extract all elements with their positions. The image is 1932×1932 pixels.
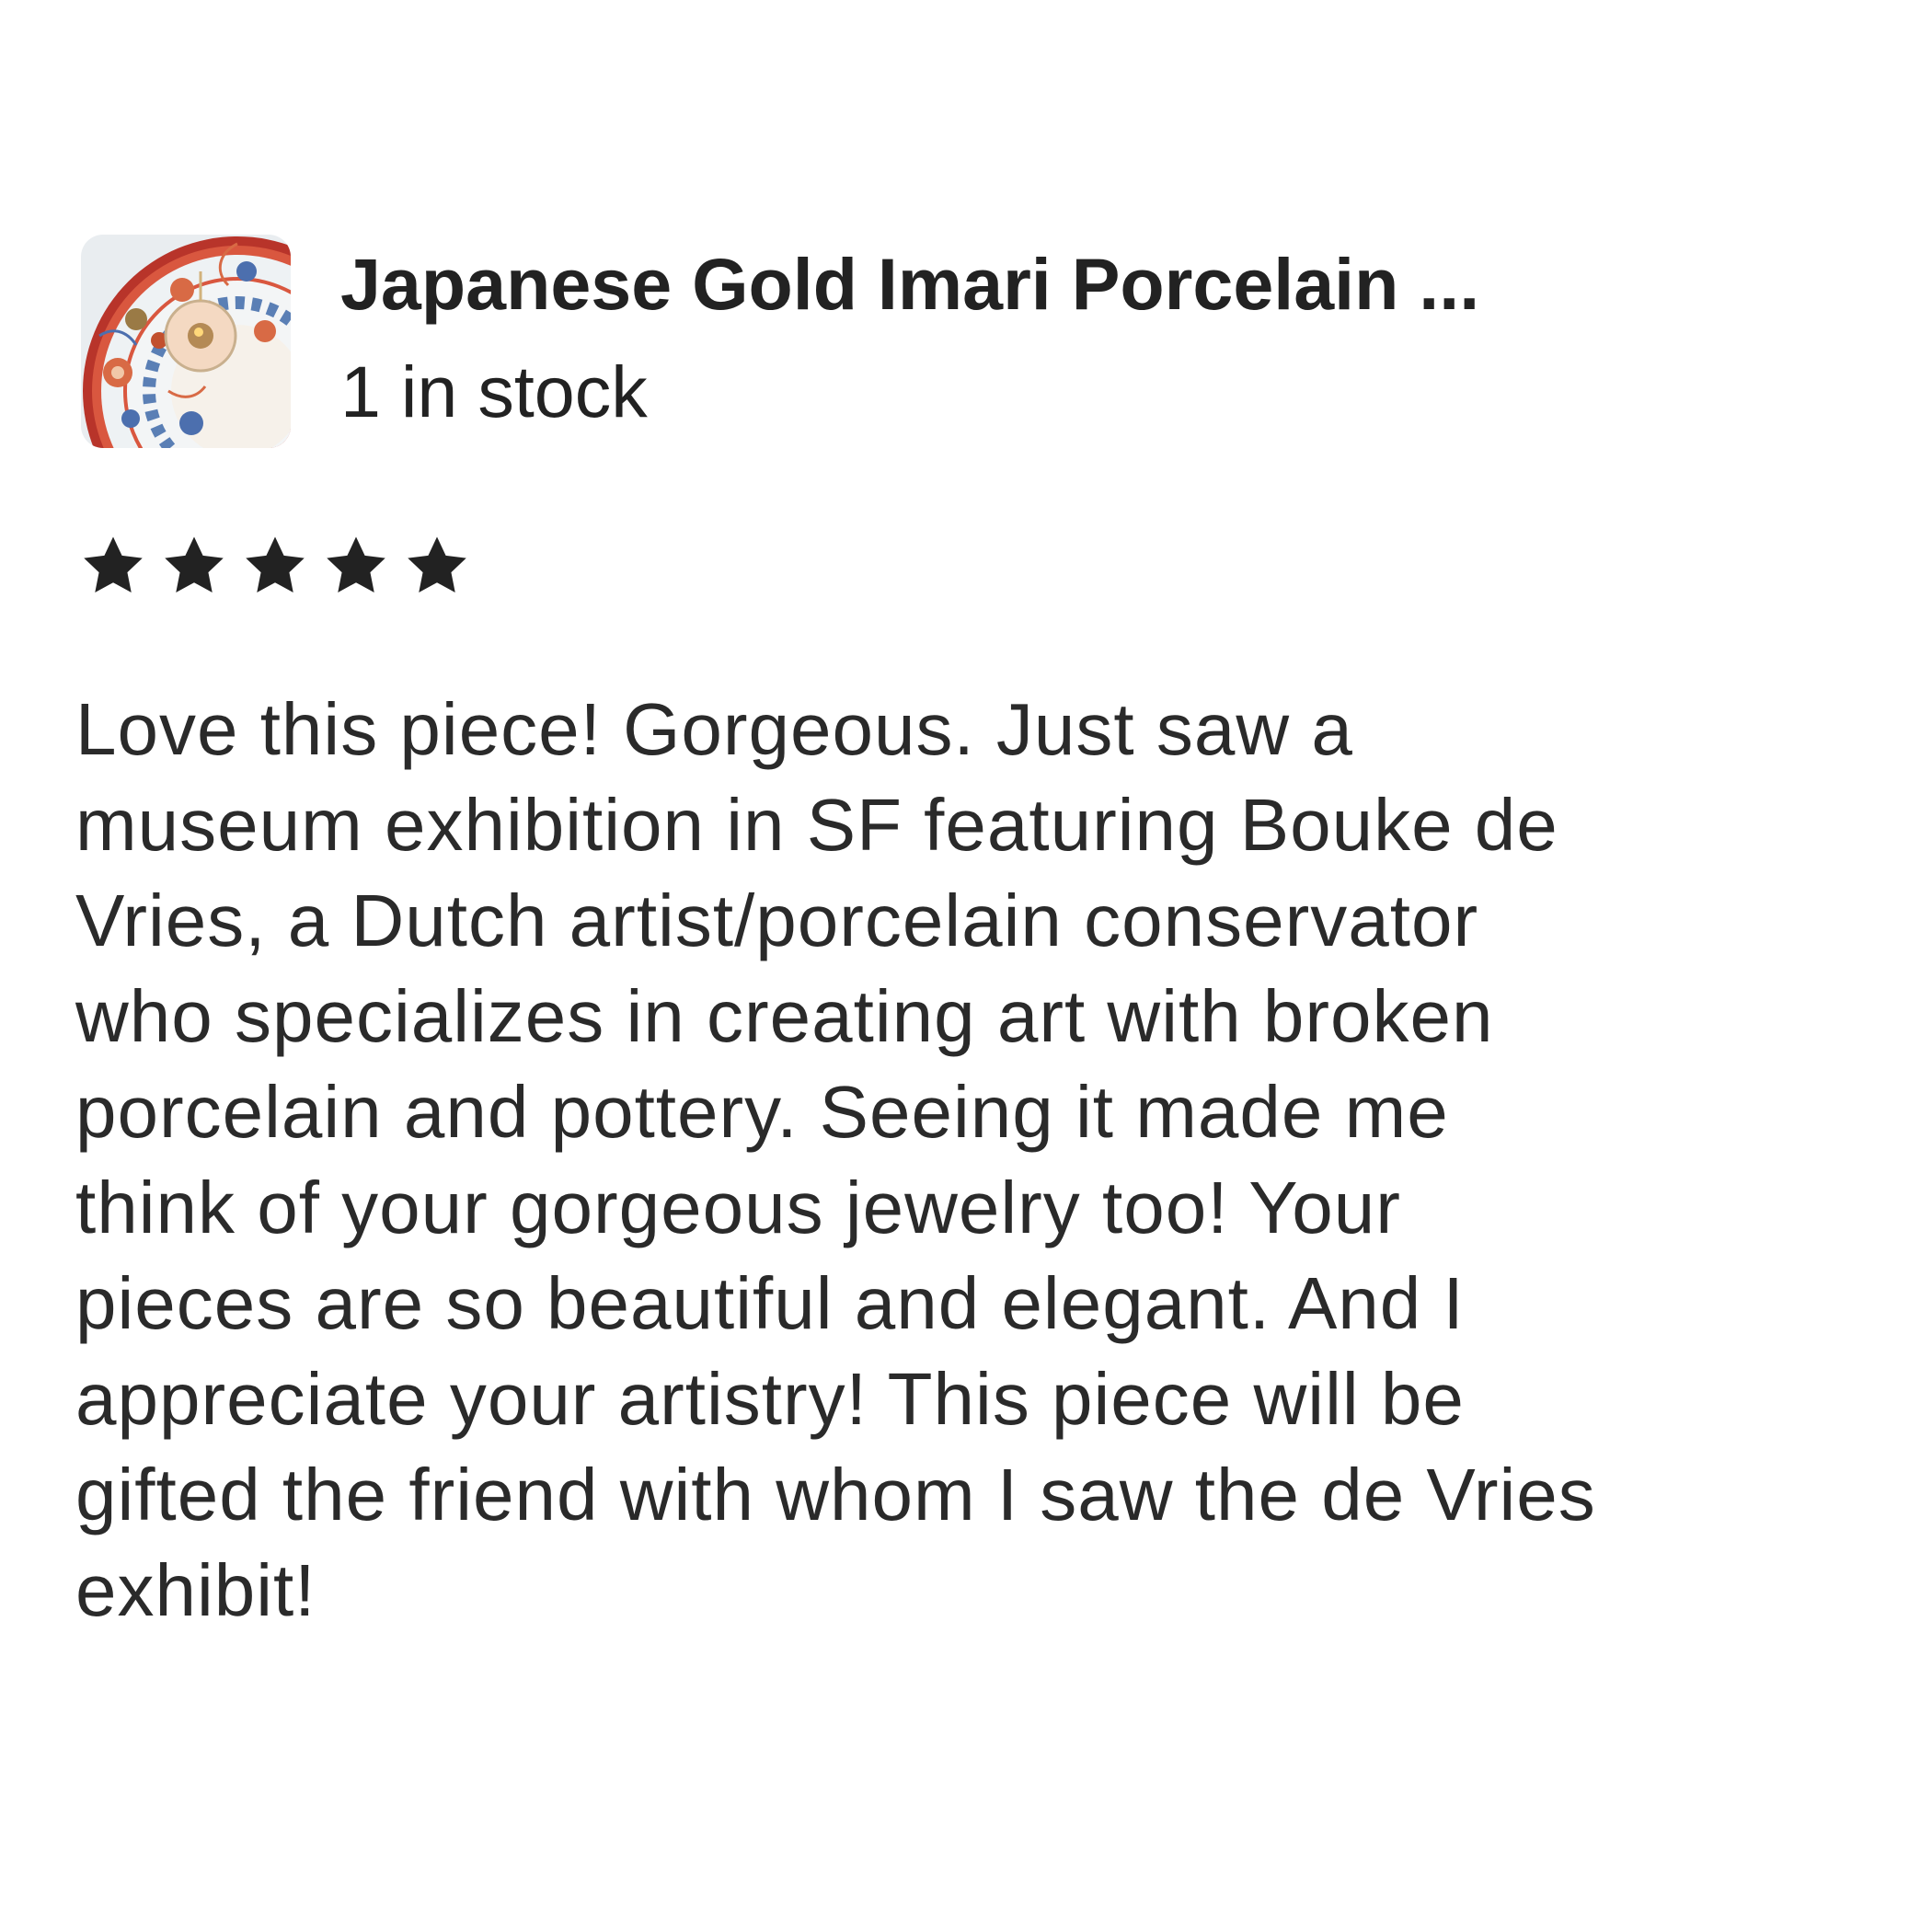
product-thumbnail[interactable]: [81, 235, 291, 448]
review-text: Love this piece! Gorgeous. Just saw a mu…: [75, 688, 1596, 1631]
product-info: Japanese Gold Imari Porcelain ... 1 in s…: [340, 235, 1479, 428]
star-icon: [160, 532, 228, 600]
review-card: Japanese Gold Imari Porcelain ... 1 in s…: [0, 0, 1932, 1932]
star-icon: [322, 532, 390, 600]
star-icon: [403, 532, 471, 600]
stock-status: 1 in stock: [340, 351, 648, 432]
product-summary[interactable]: Japanese Gold Imari Porcelain ... 1 in s…: [81, 235, 1479, 448]
star-icon: [241, 532, 309, 600]
star-rating: [79, 532, 484, 600]
product-title[interactable]: Japanese Gold Imari Porcelain ...: [340, 247, 1479, 320]
porcelain-plate-icon: [81, 235, 291, 448]
star-icon: [79, 532, 147, 600]
